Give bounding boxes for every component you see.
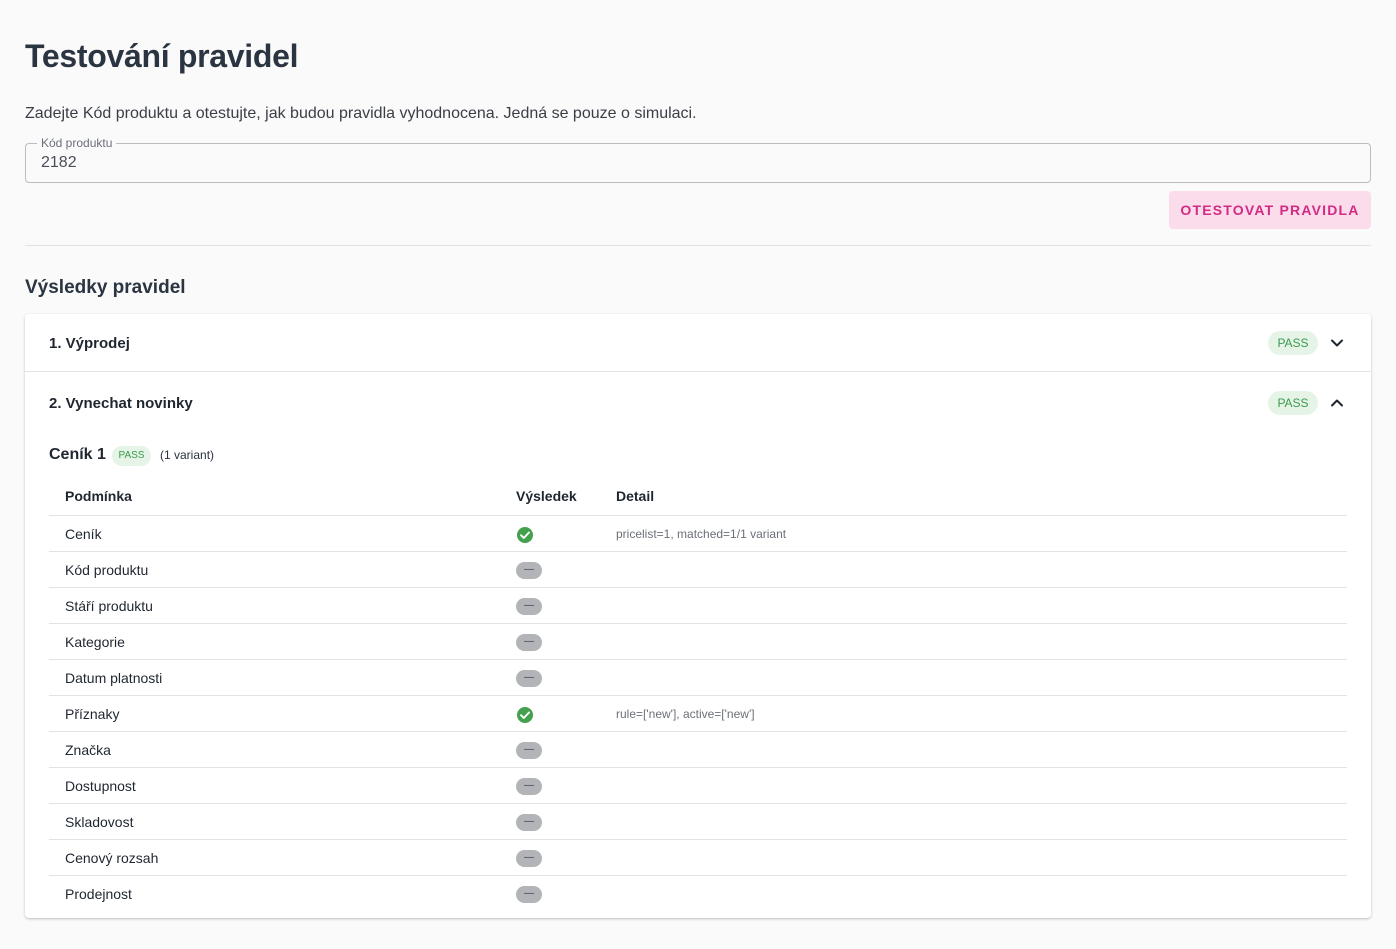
table-row: Kategorie — [49, 624, 1347, 660]
dash-chip-icon: — [516, 850, 542, 867]
rule-title: 1. Výprodej [49, 335, 130, 352]
dash-chip-icon: — [516, 634, 542, 651]
rule-row-vyprodej[interactable]: 1. Výprodej PASS [25, 314, 1371, 372]
table-row: Kód produktu — [49, 552, 1347, 588]
table-row: Značka — [49, 732, 1347, 768]
detail-cell: pricelist=1, matched=1/1 variant [616, 527, 787, 541]
pricelist-status-badge: PASS [112, 446, 151, 466]
result-dash: — [516, 814, 542, 831]
condition-cell: Značka [65, 742, 111, 758]
product-code-input[interactable] [41, 154, 641, 172]
table-row: Datum platnosti — [49, 660, 1347, 696]
column-header-result: Výsledek [516, 488, 577, 504]
divider [25, 245, 1371, 246]
product-code-label: Kód produktu [37, 136, 117, 150]
result-dash: — [516, 562, 542, 579]
rules-results-card: 1. Výprodej PASS 2. Vynechat novinky PAS… [25, 314, 1371, 918]
table-row: Prodejnost — [49, 876, 1347, 912]
dash-chip-icon: — [516, 742, 542, 759]
condition-cell: Cenový rozsah [65, 850, 159, 866]
condition-cell: Dostupnost [65, 778, 136, 794]
test-rules-button[interactable]: OTESTOVAT PRAVIDLA [1169, 191, 1371, 229]
rule-title: 2. Vynechat novinky [49, 395, 193, 412]
condition-cell: Prodejnost [65, 886, 132, 902]
page-title: Testování pravidel [25, 38, 299, 74]
conditions-table: Podmínka Výsledek Detail Ceník pricelist=… [49, 478, 1347, 912]
status-badge: PASS [1268, 331, 1318, 355]
pricelist-variant-count: (1 variant) [160, 448, 215, 462]
page-intro: Zadejte Kód produktu a otestujte, jak bu… [25, 105, 697, 122]
check-circle-icon [516, 706, 542, 723]
condition-cell: Kategorie [65, 634, 125, 650]
dash-chip-icon: — [516, 778, 542, 795]
table-header: Podmínka Výsledek Detail [49, 478, 1347, 516]
status-badge: PASS [1268, 391, 1318, 415]
table-body: Ceník pricelist=1, matched=1/1 variant Kód… [49, 516, 1347, 912]
product-code-field[interactable]: Kód produktu [25, 136, 1371, 183]
result-dash: — [516, 886, 542, 903]
result-dash: — [516, 670, 542, 687]
chevron-up-icon[interactable] [1327, 393, 1347, 413]
table-row: Stáří produktu — [49, 588, 1347, 624]
column-header-condition: Podmínka [65, 488, 132, 504]
condition-cell: Kód produktu [65, 562, 149, 578]
dash-chip-icon: — [516, 598, 542, 615]
result-dash: — [516, 634, 542, 651]
dash-chip-icon: — [516, 814, 542, 831]
table-row: Skladovost — [49, 804, 1347, 840]
results-title: Výsledky pravidel [25, 277, 186, 298]
condition-cell: Ceník [65, 526, 102, 542]
pricelist-name: Ceník 1 [49, 446, 106, 463]
dash-chip-icon: — [516, 886, 542, 903]
dash-chip-icon: — [516, 670, 542, 687]
rule-row-vynechat-novinky[interactable]: 2. Vynechat novinky PASS [25, 374, 1371, 432]
condition-cell: Stáří produktu [65, 598, 153, 614]
column-header-detail: Detail [616, 488, 655, 504]
result-dash: — [516, 598, 542, 615]
condition-cell: Skladovost [65, 814, 134, 830]
result-dash: — [516, 742, 542, 759]
table-row: Příznaky rule=['new'], active=['new'] [49, 696, 1347, 732]
chevron-down-icon[interactable] [1327, 333, 1347, 353]
check-circle-icon [516, 526, 542, 543]
table-row: Ceník pricelist=1, matched=1/1 variant [49, 516, 1347, 552]
condition-cell: Příznaky [65, 706, 120, 722]
table-row: Cenový rozsah — [49, 840, 1347, 876]
result-dash: — [516, 850, 542, 867]
detail-cell: rule=['new'], active=['new'] [616, 707, 755, 721]
dash-chip-icon: — [516, 562, 542, 579]
result-dash: — [516, 778, 542, 795]
condition-cell: Datum platnosti [65, 670, 163, 686]
table-row: Dostupnost — [49, 768, 1347, 804]
